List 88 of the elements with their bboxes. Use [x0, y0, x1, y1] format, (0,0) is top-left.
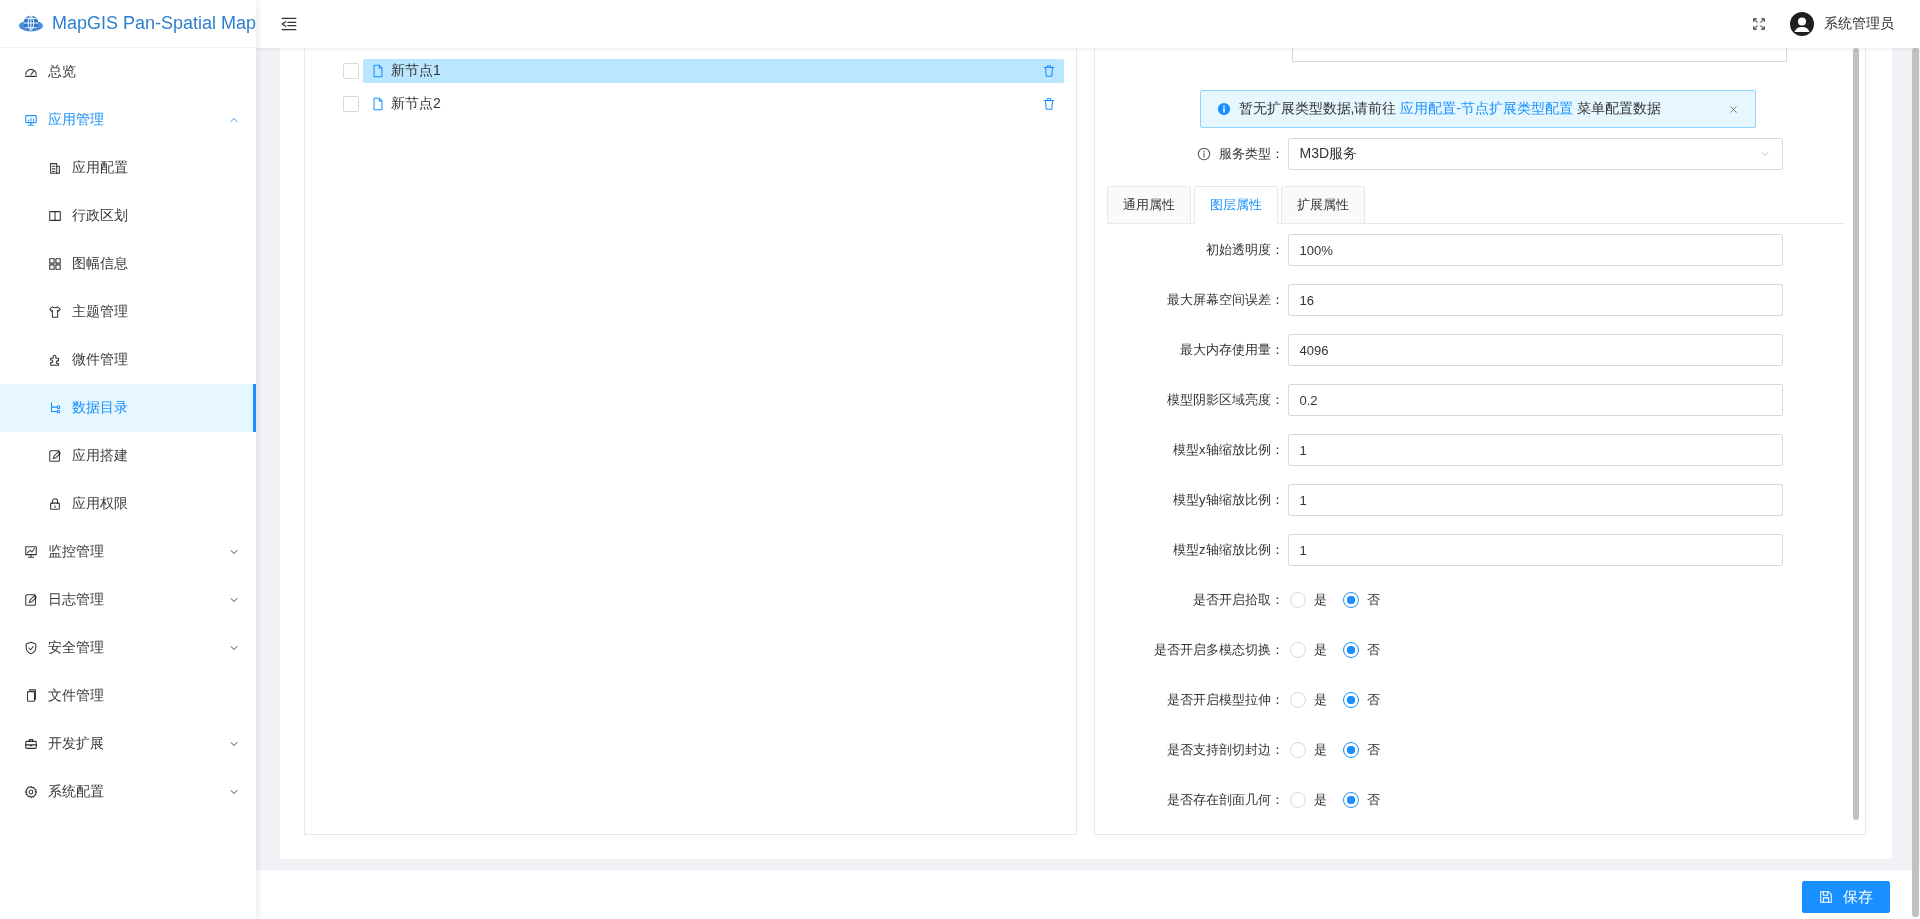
radio-button[interactable]: [1342, 592, 1359, 608]
user-name[interactable]: 系统管理员: [1824, 15, 1894, 33]
input-field[interactable]: 0.2: [1287, 384, 1783, 416]
menu-item[interactable]: 应用权限: [0, 480, 256, 528]
input-field[interactable]: 100%: [1287, 234, 1783, 266]
menu-item[interactable]: 系统配置: [0, 768, 256, 816]
input-field[interactable]: 4096: [1287, 334, 1783, 366]
menu-item[interactable]: 微件管理: [0, 336, 256, 384]
menu-item[interactable]: 应用搭建: [0, 432, 256, 480]
building-icon: [48, 161, 62, 175]
file-icon: [371, 63, 385, 78]
input-field[interactable]: 1: [1287, 434, 1783, 466]
option-label[interactable]: 是: [1313, 591, 1327, 609]
option-label[interactable]: 否: [1366, 741, 1380, 759]
lock-icon: [48, 497, 62, 511]
menu-item[interactable]: 图幅信息: [0, 240, 256, 288]
alert-message: 暂无扩展类型数据,请前往 应用配置-节点扩展类型配置 菜单配置数据: [1238, 100, 1661, 118]
tab[interactable]: 通用属性: [1106, 186, 1191, 224]
tab[interactable]: 扩展属性: [1280, 186, 1365, 224]
form-label: 模型y轴缩放比例：: [1173, 491, 1284, 509]
checkbox[interactable]: [343, 95, 359, 112]
option-label[interactable]: 是: [1313, 791, 1327, 809]
option-label[interactable]: 是: [1313, 691, 1327, 709]
form-label: 最大内存使用量：: [1179, 341, 1284, 359]
form-label: 模型z轴缩放比例：: [1173, 541, 1284, 559]
fullscreen-icon[interactable]: [1752, 17, 1766, 31]
radio-button[interactable]: [1342, 692, 1359, 708]
input-field[interactable]: 1: [1287, 484, 1783, 516]
radio-button[interactable]: [1342, 642, 1359, 658]
form-label: 是否支持剖切封边：: [1166, 741, 1284, 759]
monitor-icon: [24, 113, 38, 127]
info-icon: [1216, 102, 1231, 116]
option-label[interactable]: 否: [1366, 641, 1380, 659]
checkbox[interactable]: [343, 62, 359, 79]
shirt-icon: [48, 305, 62, 319]
chart-icon: [24, 545, 38, 559]
menu-item[interactable]: 主题管理: [0, 288, 256, 336]
menu-item[interactable]: 监控管理: [0, 528, 256, 576]
edit-icon: [24, 593, 38, 607]
info-icon: [1196, 147, 1211, 161]
option-label[interactable]: 是: [1313, 641, 1327, 659]
close-icon[interactable]: [1727, 103, 1739, 115]
menu-fold-icon[interactable]: [280, 15, 298, 33]
select-field[interactable]: M3D服务: [1287, 138, 1783, 170]
tree-node[interactable]: 新节点1: [363, 58, 1064, 83]
save-icon: [1819, 890, 1833, 904]
menu-item[interactable]: 应用配置: [0, 144, 256, 192]
edit-icon: [48, 449, 62, 463]
menu-item[interactable]: 日志管理: [0, 576, 256, 624]
form-label: 是否开启模型拉伸：: [1166, 691, 1284, 709]
form-label: 是否开启多模态切换：: [1153, 641, 1284, 659]
form-label: 初始透明度：: [1205, 241, 1284, 259]
menu-item[interactable]: 安全管理: [0, 624, 256, 672]
puzzle-icon: [48, 353, 62, 367]
scrollbar[interactable]: [1912, 48, 1919, 917]
option-label[interactable]: 否: [1366, 691, 1380, 709]
tree-node[interactable]: 新节点2: [363, 91, 1064, 116]
menu-item[interactable]: 总览: [0, 48, 256, 96]
form-label: 是否存在剖面几何：: [1166, 791, 1284, 809]
file-icon: [371, 96, 385, 111]
columns-icon: [48, 209, 62, 223]
form-label: 服务类型：: [1218, 145, 1284, 163]
form-label: 是否开启拾取：: [1192, 591, 1284, 609]
option-label[interactable]: 否: [1366, 591, 1380, 609]
menu-item[interactable]: 开发扩展: [0, 720, 256, 768]
option-label[interactable]: 是: [1313, 741, 1327, 759]
toolbox-icon: [24, 737, 38, 751]
form-label: 模型阴影区域亮度：: [1166, 391, 1284, 409]
delete-icon[interactable]: [1041, 96, 1056, 111]
text-area[interactable]: [1291, 48, 1787, 62]
tree-icon: [48, 401, 62, 415]
delete-icon[interactable]: [1041, 63, 1056, 78]
input-field[interactable]: 16: [1287, 284, 1783, 316]
form-label: 模型x轴缩放比例：: [1173, 441, 1284, 459]
radio-button[interactable]: [1342, 792, 1359, 808]
shield-icon: [24, 641, 38, 655]
menu-item[interactable]: 文件管理: [0, 672, 256, 720]
app-title: MapGIS Pan-Spatial Map: [51, 13, 256, 34]
input-field[interactable]: 1: [1287, 534, 1783, 566]
radio-button[interactable]: [1342, 742, 1359, 758]
gear-icon: [24, 785, 38, 799]
scrollbar[interactable]: [1853, 48, 1859, 820]
option-label[interactable]: 否: [1366, 791, 1380, 809]
document-icon: [24, 689, 38, 703]
avatar-icon[interactable]: [1790, 12, 1814, 36]
grid-icon: [48, 257, 62, 271]
menu-item[interactable]: 行政区划: [0, 192, 256, 240]
form-label: 最大屏幕空间误差：: [1166, 291, 1284, 309]
